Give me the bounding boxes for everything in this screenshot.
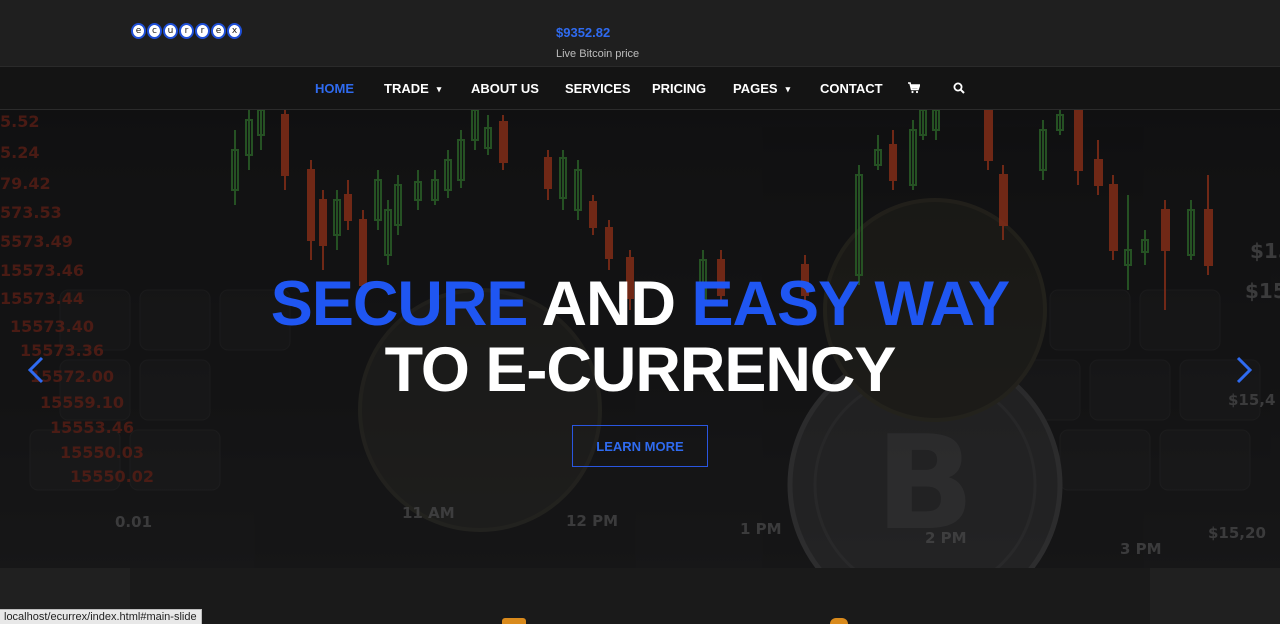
logo-letter: r xyxy=(195,23,210,39)
logo-letter: c xyxy=(147,23,162,39)
hero-headline-line2: TO E-CURRENCY xyxy=(384,335,897,405)
nav-item-contact[interactable]: CONTACT xyxy=(820,81,883,96)
ecurrex-logo[interactable]: e c u r r e x xyxy=(131,23,242,39)
main-nav: HOME TRADE ▾ ABOUT US SERVICES PRICING PA… xyxy=(0,67,1280,110)
chevron-down-icon: ▾ xyxy=(436,84,442,94)
nav-item-pricing[interactable]: PRICING xyxy=(652,81,706,96)
learn-more-button[interactable]: LEARN MORE xyxy=(572,425,708,467)
section-edge xyxy=(1150,568,1280,624)
headline-word: AND xyxy=(527,269,692,339)
slider-prev-button[interactable] xyxy=(24,350,48,390)
chevron-left-icon xyxy=(27,356,44,384)
hero-slider: B 5.52 5.24 79.42 573.53 5573.49 15573.4… xyxy=(0,110,1280,568)
nav-item-home[interactable]: HOME xyxy=(315,81,354,96)
browser-status-url: localhost/ecurrex/index.html#main-slide xyxy=(0,609,202,624)
nav-item-trade[interactable]: TRADE ▾ xyxy=(384,81,441,96)
nav-label: PRICING xyxy=(652,81,707,96)
bitcoin-price: $9352.82 xyxy=(556,25,611,40)
nav-item-about-us[interactable]: ABOUT US xyxy=(471,81,539,96)
hero-headline: SECURE AND EASY WAY xyxy=(0,272,1280,336)
chevron-right-icon xyxy=(1236,356,1253,384)
logo-letter: x xyxy=(227,23,242,39)
logo-letter: r xyxy=(179,23,194,39)
feature-icon xyxy=(502,618,526,624)
nav-item-pages[interactable]: PAGES ▾ xyxy=(733,81,790,96)
logo-letter: u xyxy=(163,23,178,39)
logo-letter: e xyxy=(211,23,226,39)
nav-label: TRADE xyxy=(384,81,429,96)
search-icon[interactable] xyxy=(953,82,965,97)
nav-label: CONTACT xyxy=(820,81,883,96)
nav-label: HOME xyxy=(315,81,354,96)
logo-letter: e xyxy=(131,23,146,39)
features-section xyxy=(130,568,1150,624)
nav-label: PAGES xyxy=(733,81,778,96)
slider-next-button[interactable] xyxy=(1232,350,1256,390)
chevron-down-icon: ▾ xyxy=(785,84,791,94)
nav-item-services[interactable]: SERVICES xyxy=(565,81,631,96)
nav-label: ABOUT US xyxy=(471,81,539,96)
headline-accent-word: EASY WAY xyxy=(691,269,1011,339)
cart-icon[interactable] xyxy=(908,82,921,97)
headline-accent-word: SECURE xyxy=(270,269,529,339)
feature-icon xyxy=(830,618,848,624)
bitcoin-price-label: Live Bitcoin price xyxy=(556,48,640,60)
nav-label: SERVICES xyxy=(565,81,631,96)
top-bar: e c u r r e x $9352.82 Live Bitcoin pric… xyxy=(0,0,1280,67)
